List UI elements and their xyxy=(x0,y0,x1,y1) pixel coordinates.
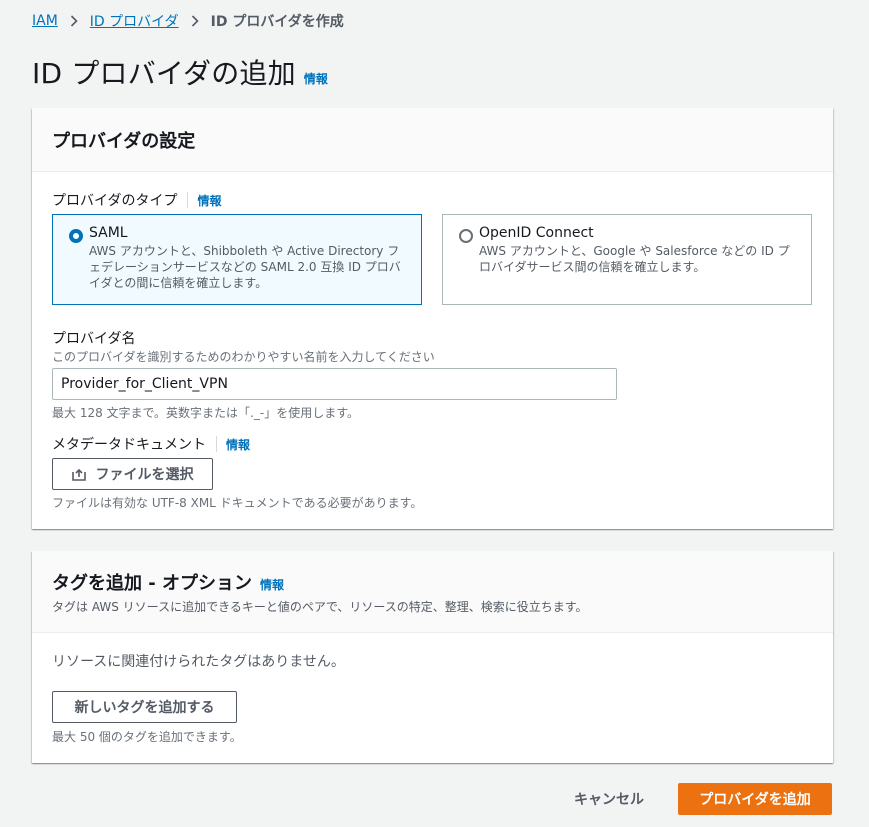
saml-description: AWS アカウントと、Shibboleth や Active Directory… xyxy=(89,244,401,290)
page-info-link[interactable]: 情報 xyxy=(304,70,328,87)
tags-info-link[interactable]: 情報 xyxy=(260,576,284,593)
page-header: ID プロバイダの追加 情報 xyxy=(32,52,328,92)
breadcrumb: IAM ID プロバイダ ID プロバイダを作成 xyxy=(32,11,344,31)
provider-type-oidc-tile[interactable]: OpenID Connect AWS アカウントと、Google や Sales… xyxy=(442,214,812,305)
tags-title-row: タグを追加 - オプション 情報 xyxy=(52,569,813,595)
add-tag-button[interactable]: 新しいタグを追加する xyxy=(52,691,237,723)
saml-title: SAML xyxy=(89,225,128,241)
choose-file-button[interactable]: ファイルを選択 xyxy=(52,458,213,490)
provider-settings-title: プロバイダの設定 xyxy=(52,130,196,152)
provider-name-input[interactable] xyxy=(52,368,617,400)
oidc-radio[interactable] xyxy=(459,229,473,243)
provider-name-constraint: 最大 128 文字まで。英数字または「._-」を使用します。 xyxy=(52,406,359,420)
tags-description: タグは AWS リソースに追加できるキーと値のペアで、リソースの特定、整理、検索… xyxy=(52,600,588,614)
provider-settings-header: プロバイダの設定 xyxy=(32,108,833,172)
provider-type-label: プロバイダのタイプ 情報 xyxy=(52,190,221,210)
divider xyxy=(187,192,189,208)
divider xyxy=(216,436,217,452)
metadata-label-text: メタデータドキュメント xyxy=(52,437,206,453)
breadcrumb-link-id-providers[interactable]: ID プロバイダ xyxy=(90,11,179,31)
provider-type-saml-tile[interactable]: SAML AWS アカウントと、Shibboleth や Active Dire… xyxy=(52,214,422,305)
breadcrumb-link-iam[interactable]: IAM xyxy=(32,13,58,29)
no-tags-message: リソースに関連付けられたタグはありません。 xyxy=(52,654,345,670)
breadcrumb-current: ID プロバイダを作成 xyxy=(210,14,344,30)
add-provider-button[interactable]: プロバイダを追加 xyxy=(678,783,832,815)
page-title: ID プロバイダの追加 xyxy=(32,57,296,90)
chevron-right-icon xyxy=(70,15,78,27)
saml-radio[interactable] xyxy=(69,229,83,243)
provider-type-info-link[interactable]: 情報 xyxy=(197,192,221,209)
choose-file-label: ファイルを選択 xyxy=(95,467,194,483)
metadata-label: メタデータドキュメント 情報 xyxy=(52,434,250,454)
provider-name-description: このプロバイダを識別するためのわかりやすい名前を入力してください xyxy=(52,350,435,364)
metadata-description: ファイルは有効な UTF-8 XML ドキュメントである必要があります。 xyxy=(52,496,423,510)
tags-title: タグを追加 - オプション xyxy=(52,573,253,594)
oidc-title: OpenID Connect xyxy=(479,225,594,241)
tags-panel: タグを追加 - オプション 情報 タグは AWS リソースに追加できるキーと値の… xyxy=(32,551,833,763)
metadata-info-link[interactable]: 情報 xyxy=(226,436,250,453)
cancel-button[interactable]: キャンセル xyxy=(560,783,658,815)
provider-name-label: プロバイダ名 xyxy=(52,331,136,347)
tags-header: タグを追加 - オプション 情報 タグは AWS リソースに追加できるキーと値の… xyxy=(32,551,833,633)
chevron-right-icon xyxy=(191,15,199,27)
upload-icon xyxy=(71,467,86,481)
oidc-description: AWS アカウントと、Google や Salesforce などの ID プロ… xyxy=(479,244,790,274)
page: IAM ID プロバイダ ID プロバイダを作成 ID プロバイダの追加 情報 … xyxy=(0,0,869,827)
tags-limit-text: 最大 50 個のタグを追加できます。 xyxy=(52,730,242,744)
provider-type-label-text: プロバイダのタイプ xyxy=(52,193,178,209)
provider-settings-panel: プロバイダの設定 プロバイダのタイプ 情報 SAML AWS アカウントと、Sh… xyxy=(32,108,833,529)
